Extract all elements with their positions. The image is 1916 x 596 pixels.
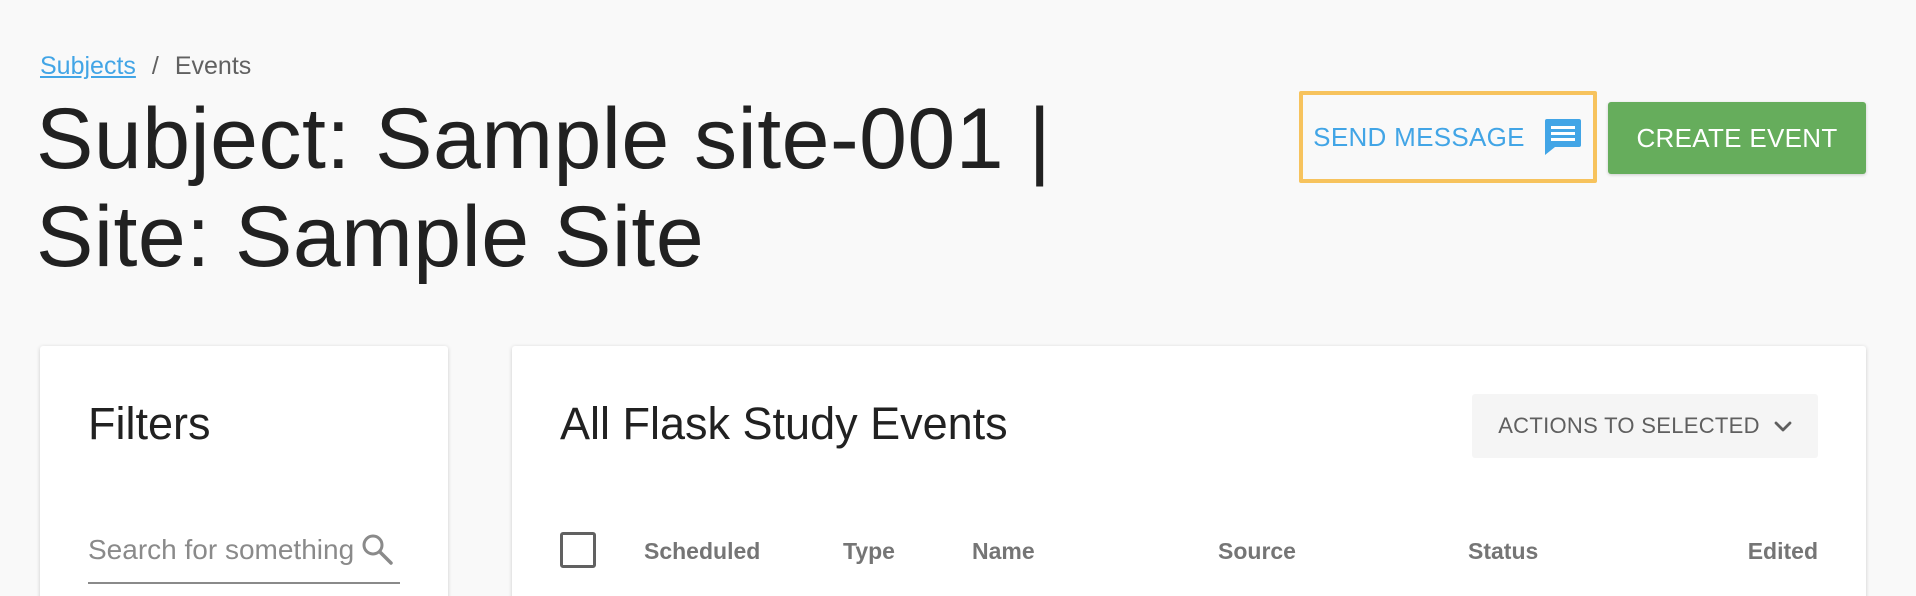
events-panel: All Flask Study Events ACTIONS TO SELECT… [512,346,1866,596]
breadcrumb: Subjects / Events [40,52,251,81]
create-event-button[interactable]: CREATE EVENT [1608,102,1866,174]
column-header-status[interactable]: Status [1468,538,1538,565]
events-title: All Flask Study Events [560,398,1008,449]
breadcrumb-current: Events [174,52,252,80]
select-all-checkbox[interactable] [560,532,596,568]
filters-title: Filters [88,398,211,449]
page: Subjects / Events Subject: Sample site-0… [0,0,1916,596]
column-header-type[interactable]: Type [843,538,895,565]
column-header-name[interactable]: Name [972,538,1035,565]
search-input[interactable] [88,522,388,578]
search-field [88,522,400,584]
search-icon[interactable] [360,532,394,571]
breadcrumb-separator: / [151,52,159,80]
table-header: Scheduled Type Name Source Status Edited [560,532,1818,572]
page-title: Subject: Sample site-001 | Site: Sample … [36,91,1052,285]
breadcrumb-link-subjects[interactable]: Subjects [40,52,136,81]
column-header-edited[interactable]: Edited [1748,538,1818,565]
actions-to-selected-button[interactable]: ACTIONS TO SELECTED [1472,394,1818,458]
send-message-button[interactable]: SEND MESSAGE [1299,91,1597,183]
column-header-scheduled[interactable]: Scheduled [644,538,760,565]
column-header-source[interactable]: Source [1218,538,1296,565]
actions-to-selected-label: ACTIONS TO SELECTED [1498,413,1760,438]
filters-panel: Filters [40,346,448,596]
send-message-label: SEND MESSAGE [1313,121,1525,152]
message-icon [1541,117,1583,157]
chevron-down-icon [1774,413,1792,439]
